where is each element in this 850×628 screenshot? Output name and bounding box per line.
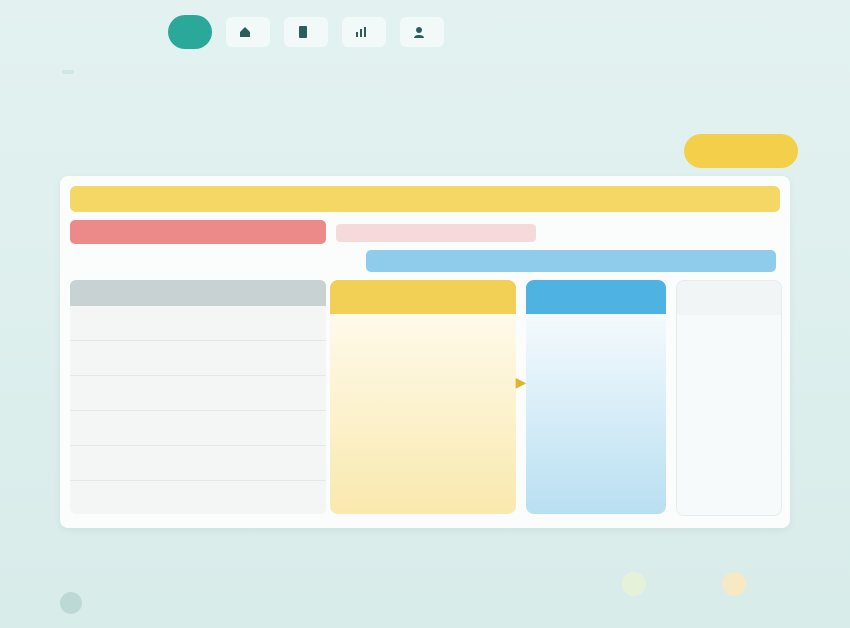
table-row: [70, 411, 326, 446]
table-header: [70, 280, 326, 306]
blue-column: [526, 280, 666, 514]
arrow-right-icon: ▶: [515, 373, 527, 390]
blue-label-bar: [366, 250, 776, 272]
pink-label-bar: [336, 224, 536, 242]
nav-item-home[interactable]: [226, 17, 270, 47]
home-icon: [238, 25, 252, 39]
nav-item-chart[interactable]: [342, 17, 386, 47]
nav-active-tab[interactable]: [168, 15, 212, 49]
footer-logo: [60, 592, 92, 614]
yellow-banner: [70, 186, 780, 212]
table-row: [70, 446, 326, 481]
white-column: [676, 280, 782, 516]
yellow-column-title: [330, 280, 516, 314]
blue-column-title: [526, 280, 666, 314]
cta-button[interactable]: [684, 134, 798, 168]
content-card: ▶: [60, 176, 790, 528]
top-nav: [168, 10, 796, 54]
table-row: [70, 481, 326, 514]
document-icon: [296, 25, 310, 39]
table-row: [70, 306, 326, 341]
nav-item-user[interactable]: [400, 17, 444, 47]
user-icon: [412, 25, 426, 39]
blue-column-list: [526, 314, 666, 334]
logo-mark-icon: [60, 592, 82, 614]
comparison-table: [70, 280, 326, 514]
white-column-title: [677, 281, 781, 315]
footer-tag-green: [622, 572, 646, 596]
slide-page: ▶: [0, 0, 850, 628]
table-row: [70, 376, 326, 411]
white-column-list: [677, 315, 781, 335]
red-label-bar: [70, 220, 326, 244]
yellow-column: [330, 280, 516, 514]
yellow-column-list: [330, 314, 516, 334]
footer-tag-yellow: [722, 572, 746, 596]
header-kicker: [62, 70, 74, 74]
table-row: [70, 341, 326, 376]
chart-icon: [354, 25, 368, 39]
nav-item-document[interactable]: [284, 17, 328, 47]
